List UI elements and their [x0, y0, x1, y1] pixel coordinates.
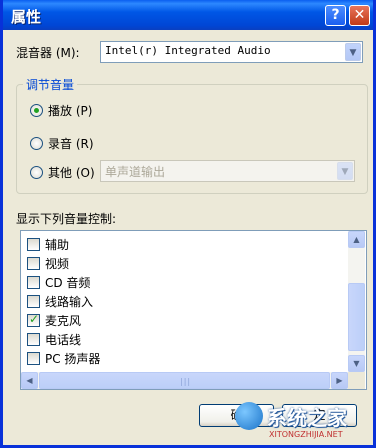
volume-group-title: 调节音量	[23, 76, 78, 93]
radio-playback[interactable]	[30, 104, 43, 117]
horizontal-scrollbar[interactable]: ◀ ||| ▶	[21, 372, 348, 389]
watermark-brand: 系统之家	[267, 406, 347, 430]
list-item-label: 辅助	[45, 238, 70, 252]
radio-recording-label[interactable]: 录音 (R)	[48, 135, 94, 152]
grip-icon: |||	[180, 377, 192, 386]
help-button[interactable]: ?	[325, 5, 346, 26]
checkbox[interactable]: ✓	[27, 312, 40, 327]
watermark-url: XITONGZHIJIA.NET	[269, 430, 343, 439]
close-button[interactable]: ✕	[349, 5, 370, 26]
mixer-select-value: Intel(r) Integrated Audio	[105, 44, 271, 57]
checkbox[interactable]	[27, 333, 40, 346]
controls-label: 显示下列音量控制:	[16, 212, 117, 226]
radio-other[interactable]	[30, 166, 43, 179]
checkbox[interactable]	[27, 238, 40, 251]
window-title: 属性	[11, 8, 42, 26]
list-item-label: 视频	[45, 257, 70, 271]
checkbox[interactable]	[27, 352, 40, 365]
horizontal-scroll-thumb[interactable]: |||	[39, 372, 330, 389]
scroll-right-icon[interactable]: ▶	[331, 372, 348, 389]
list-item-label: CD 音频	[45, 276, 91, 290]
other-select[interactable]: 单声道输出 ▼	[100, 160, 355, 182]
list-item-label: 电话线	[45, 333, 82, 347]
properties-dialog: 属性 ? ✕ 混音器 (M): Intel(r) Integrated Audi…	[0, 0, 376, 448]
chevron-down-icon[interactable]: ▼	[345, 43, 361, 61]
list-item-label: 麦克风	[45, 314, 82, 328]
checkbox[interactable]	[27, 257, 40, 270]
radio-other-label[interactable]: 其他 (O)	[48, 164, 95, 181]
vertical-scrollbar[interactable]: ▲ ▼	[348, 231, 365, 372]
check-icon: ✓	[29, 312, 40, 326]
close-icon: ✕	[353, 7, 366, 23]
checkbox[interactable]	[27, 295, 40, 308]
vertical-scroll-thumb[interactable]	[348, 283, 365, 351]
title-bar[interactable]: 属性 ? ✕	[3, 0, 373, 30]
checkbox[interactable]	[27, 276, 40, 289]
scrollbar-corner	[348, 372, 365, 389]
chevron-down-icon[interactable]: ▼	[337, 162, 353, 180]
scroll-left-icon[interactable]: ◀	[21, 372, 38, 389]
watermark-logo-icon	[235, 402, 263, 430]
help-icon: ?	[331, 7, 340, 23]
list-item-label: 线路输入	[45, 295, 94, 309]
scroll-up-icon[interactable]: ▲	[348, 231, 365, 248]
watermark: 系统之家 XITONGZHIJIA.NET	[235, 400, 375, 446]
other-select-value: 单声道输出	[105, 165, 166, 179]
radio-recording[interactable]	[30, 137, 43, 150]
volume-controls-list[interactable]: 辅助 视频 CD 音频 线路输入 ✓ 麦克风 电话线 PC 扬声器 ▲ ▼ ◀ …	[20, 230, 367, 390]
radio-playback-label[interactable]: 播放 (P)	[48, 102, 92, 119]
mixer-select[interactable]: Intel(r) Integrated Audio ▼	[100, 41, 363, 63]
list-item-label: PC 扬声器	[45, 352, 101, 366]
scroll-down-icon[interactable]: ▼	[348, 355, 365, 372]
mixer-label: 混音器 (M):	[16, 46, 80, 60]
